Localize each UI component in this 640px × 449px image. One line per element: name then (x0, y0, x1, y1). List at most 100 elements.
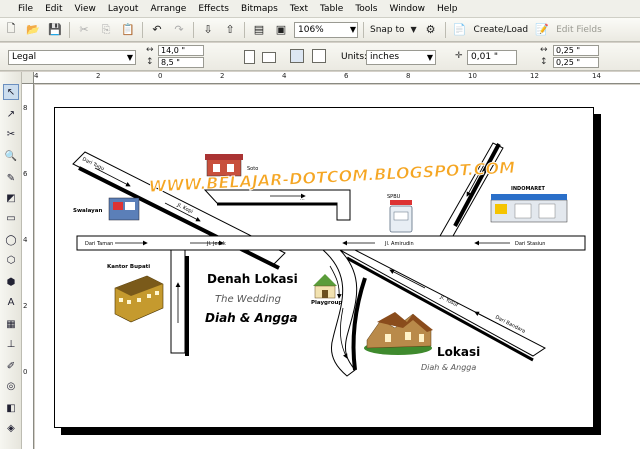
basic-shapes-tool-icon[interactable]: ⬢ (3, 274, 19, 290)
import-icon[interactable]: ⇩ (199, 21, 217, 39)
ruler-label: 4 (34, 72, 39, 80)
separator (444, 21, 446, 38)
horizontal-ruler[interactable]: 4 2 0 2 4 6 8 10 12 14 (22, 72, 640, 84)
street-label-upper: ... (300, 196, 305, 202)
couple-name-text: Diah & Angga (205, 311, 298, 325)
cut-icon[interactable]: ✂ (75, 21, 93, 39)
ruler-label: 14 (592, 72, 601, 80)
text-tool-icon[interactable]: A (3, 294, 19, 310)
ruler-corner[interactable] (22, 72, 34, 84)
new-document-icon[interactable]: 🗋 (2, 21, 20, 39)
application-launcher-icon[interactable]: ▤ (250, 21, 268, 39)
create-load-icon[interactable]: 📄 (451, 21, 469, 39)
menu-window[interactable]: Window (383, 1, 431, 17)
page-height-field[interactable]: 8,5 " (158, 57, 204, 68)
crop-tool-icon[interactable]: ✂ (3, 126, 19, 142)
freehand-tool-icon[interactable]: ✎ (3, 170, 19, 186)
eyedropper-tool-icon[interactable]: ✐ (3, 358, 19, 374)
all-pages-icon[interactable] (290, 49, 304, 63)
portrait-icon[interactable] (244, 50, 255, 64)
export-icon[interactable]: ⇧ (221, 21, 239, 39)
coreldraw-window: File Edit View Layout Arrange Effects Bi… (0, 0, 640, 449)
shape-tool-icon[interactable]: ↗ (3, 106, 19, 122)
snap-to-button[interactable]: Snap to (370, 25, 405, 35)
units-select[interactable]: inches ▼ (366, 50, 436, 65)
table-tool-icon[interactable]: ▦ (3, 316, 19, 332)
duplicate-distance-y-field[interactable]: 0,25 " (553, 57, 599, 68)
street-label-dari-taman: Dari Taman (85, 241, 113, 247)
pick-tool-icon[interactable]: ↖ (3, 84, 19, 100)
redo-icon[interactable]: ↷ (170, 21, 188, 39)
options-icon[interactable]: ⚙ (422, 21, 440, 39)
rectangle-tool-icon[interactable]: ▭ (3, 210, 19, 226)
ellipse-tool-icon[interactable]: ◯ (3, 232, 19, 248)
edit-fields-icon[interactable]: 📝 (533, 21, 551, 39)
dimension-tool-icon[interactable]: ⊥ (3, 336, 19, 352)
welcome-screen-icon[interactable]: ▣ (272, 21, 290, 39)
outline-tool-icon[interactable]: ◎ (3, 378, 19, 394)
street-label-jl-amirudin: Jl. Amirudin (384, 241, 414, 247)
landmark-playgroup: Playgroup (311, 274, 342, 306)
zoom-tool-icon[interactable]: 🔍 (3, 148, 19, 164)
menu-tools[interactable]: Tools (349, 1, 383, 17)
menu-arrange[interactable]: Arrange (144, 1, 192, 17)
menu-edit[interactable]: Edit (39, 1, 68, 17)
location-map: Dari Tugu Jl. Kopi Dari Taman Jl. Jeruk … (72, 142, 586, 377)
ruler-label: 0 (23, 368, 28, 376)
width-icon: ↔ (146, 45, 154, 55)
page-width-field[interactable]: 14,0 " (158, 45, 204, 56)
interactive-fill-tool-icon[interactable]: ◈ (3, 420, 19, 436)
duplicate-distance-x-field[interactable]: 0,25 " (553, 45, 599, 56)
landmark-label-indomaret: INDOMARET (511, 186, 546, 192)
the-wedding-text: The Wedding (215, 294, 281, 305)
separator (244, 21, 245, 38)
ruler-label: 2 (96, 72, 101, 80)
smart-fill-tool-icon[interactable]: ◩ (3, 190, 19, 206)
copy-icon[interactable]: ⎘ (97, 21, 115, 39)
map-title: Denah Lokasi (207, 272, 298, 286)
edit-fields-button[interactable]: Edit Fields (556, 25, 602, 35)
save-icon[interactable]: 💾 (46, 21, 64, 39)
ruler-label: 4 (23, 236, 28, 244)
zoom-level-select[interactable]: 106% ▼ (294, 21, 358, 38)
current-page-icon[interactable] (312, 49, 326, 63)
separator (142, 21, 143, 38)
units-label: Units: (341, 52, 368, 62)
separator (193, 21, 194, 38)
landscape-icon[interactable] (262, 52, 276, 63)
fill-tool-icon[interactable]: ◧ (3, 400, 19, 416)
menu-view[interactable]: View (69, 1, 102, 17)
ruler-label: 2 (23, 302, 28, 310)
landmark-label-spbu: SPBU (387, 194, 401, 200)
create-load-button[interactable]: Create/Load (474, 25, 529, 35)
menu-help[interactable]: Help (431, 1, 464, 17)
property-bar: Legal ▼ ↔ 14,0 " ↕ 8,5 " Units: inches ▼… (0, 43, 640, 71)
street-label-jl-jeruk: Jl. Jeruk (206, 241, 226, 247)
ruler-label: 4 (282, 72, 287, 80)
ruler-label: 6 (23, 170, 28, 178)
drawing-page[interactable]: Dari Tugu Jl. Kopi Dari Taman Jl. Jeruk … (54, 107, 594, 428)
landmark-swalayan: Swalayan (73, 197, 140, 221)
menu-effects[interactable]: Effects (192, 1, 235, 17)
open-icon[interactable]: 📂 (24, 21, 42, 39)
paper-type-select[interactable]: Legal ▼ (8, 50, 136, 65)
menu-text[interactable]: Text (284, 1, 314, 17)
menu-table[interactable]: Table (314, 1, 349, 17)
menu-bitmaps[interactable]: Bitmaps (235, 1, 284, 17)
menu-layout[interactable]: Layout (102, 1, 145, 17)
nudge-distance-field[interactable]: 0,01 " (467, 50, 517, 65)
polygon-tool-icon[interactable]: ⬡ (3, 252, 19, 268)
road-to-lokasi (321, 249, 367, 377)
separator (363, 21, 364, 38)
undo-icon[interactable]: ↶ (148, 21, 166, 39)
vertical-ruler[interactable]: 8 6 4 2 0 (22, 84, 34, 449)
paste-icon[interactable]: 📋 (119, 21, 137, 39)
ruler-label: 10 (468, 72, 477, 80)
road-upper (203, 189, 351, 221)
chevron-down-icon: ▼ (126, 53, 133, 62)
landmark-label-swalayan: Swalayan (73, 208, 102, 214)
chevron-down-icon[interactable]: ▼ (410, 21, 418, 39)
landmark-label-kantor-bupati: Kantor Bupati (107, 264, 150, 270)
height-icon: ↕ (146, 57, 154, 67)
menu-file[interactable]: File (0, 1, 39, 17)
